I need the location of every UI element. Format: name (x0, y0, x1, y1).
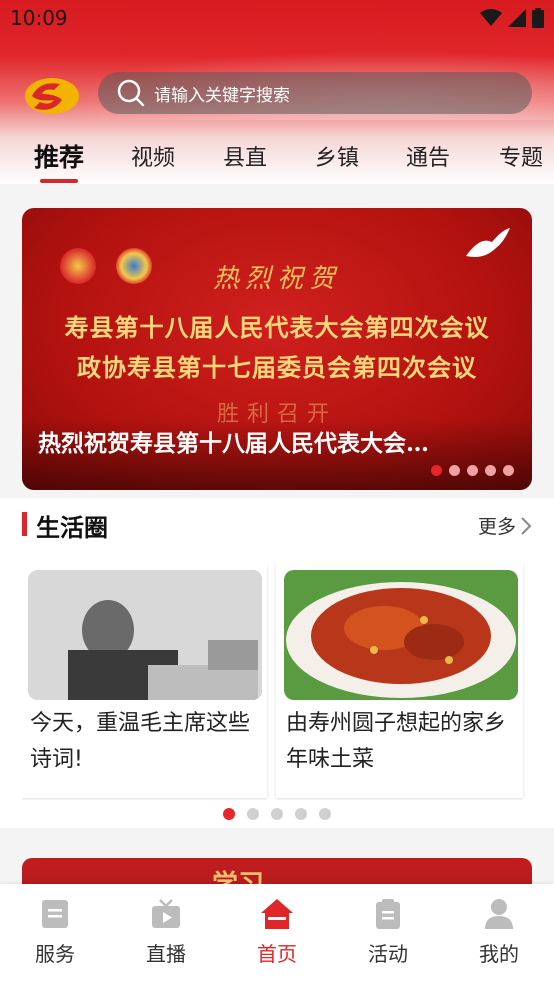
more-link[interactable]: 更多 (478, 512, 532, 539)
banner-dot[interactable] (449, 465, 460, 476)
article-thumbnail (284, 570, 518, 700)
banner-dot[interactable] (431, 465, 442, 476)
nav-activity[interactable]: 活动 (333, 898, 443, 967)
article-title: 由寿州圆子想起的家乡年味土菜 (286, 711, 507, 772)
home-icon (261, 899, 293, 929)
more-label: 更多 (477, 516, 516, 538)
clipboard-icon (376, 899, 400, 929)
status-icons (480, 8, 544, 28)
category-tabs: 推荐 视频 县直 乡镇 通告 专题 (0, 130, 554, 186)
search-placeholder: 请输入关键字搜索 (154, 85, 290, 106)
nav-label: 活动 (368, 942, 408, 966)
tab-special[interactable]: 专题 (499, 140, 543, 172)
tab-county[interactable]: 县直 (223, 140, 267, 172)
pager-dot[interactable] (271, 808, 283, 820)
nav-live[interactable]: 直播 (111, 898, 221, 967)
tv-icon (152, 899, 180, 928)
signal-icon (508, 9, 526, 27)
active-tab-indicator (40, 179, 78, 183)
nav-label: 我的 (479, 942, 519, 966)
food-photo (284, 570, 518, 700)
tab-video[interactable]: 视频 (131, 140, 175, 172)
banner-dot[interactable] (485, 465, 496, 476)
nav-service[interactable]: 服务 (0, 898, 110, 967)
portrait-photo (28, 570, 262, 700)
nav-mine[interactable]: 我的 (444, 898, 554, 967)
pager-dot[interactable] (223, 808, 235, 820)
tab-notice[interactable]: 通告 (406, 140, 450, 172)
banner-dot[interactable] (467, 465, 478, 476)
life-circle-section: 生活圈 更多 今天，重温毛主席这些诗词! 由寿州圆子想起的家乡年味土菜 (0, 498, 554, 828)
banner-pager (431, 465, 514, 476)
user-icon (485, 899, 513, 929)
tab-recommend[interactable]: 推荐 (34, 138, 84, 174)
section-accent-bar (22, 512, 27, 536)
app-logo (25, 78, 79, 114)
chevron-right-icon (521, 516, 532, 535)
cards-pager (0, 808, 554, 820)
banner-area: 热烈祝贺 寿县第十八届人民代表大会第四次会议 政协寿县第十七届委员会第四次会议 … (0, 184, 554, 498)
banner-heading-art: 热烈祝贺 (212, 264, 341, 294)
life-circle-cards: 今天，重温毛主席这些诗词! 由寿州圆子想起的家乡年味土菜 (22, 564, 554, 800)
banner-line-1: 寿县第十八届人民代表大会第四次会议 (64, 313, 490, 342)
tab-township[interactable]: 乡镇 (315, 140, 359, 172)
banner-line-2: 政协寿县第十七届委员会第四次会议 (77, 353, 477, 382)
document-icon (42, 900, 68, 928)
article-thumbnail (28, 570, 262, 700)
search-icon (117, 79, 145, 107)
banner-carousel[interactable]: 热烈祝贺 寿县第十八届人民代表大会第四次会议 政协寿县第十七届委员会第四次会议 … (22, 208, 532, 490)
status-bar: 10:09 (0, 0, 554, 36)
wifi-icon (480, 9, 502, 26)
search-bar[interactable]: 请输入关键字搜索 (98, 72, 532, 114)
pager-dot[interactable] (319, 808, 331, 820)
battery-icon (532, 8, 544, 28)
nav-label: 服务 (35, 942, 75, 966)
banner-caption: 热烈祝贺寿县第十八届人民代表大会… (38, 430, 429, 457)
nav-home[interactable]: 首页 (222, 898, 332, 967)
pager-dot[interactable] (247, 808, 259, 820)
pager-dot[interactable] (295, 808, 307, 820)
nav-label: 首页 (257, 942, 297, 966)
bottom-nav: 服务 直播 首页 活动 我的 (0, 884, 554, 984)
banner-dot[interactable] (503, 465, 514, 476)
article-title: 今天，重温毛主席这些诗词! (30, 711, 251, 772)
article-card[interactable]: 今天，重温毛主席这些诗词! (22, 564, 267, 798)
article-card[interactable]: 由寿州圆子想起的家乡年味土菜 (276, 564, 523, 798)
status-time: 10:09 (10, 6, 68, 30)
nav-label: 直播 (146, 942, 186, 966)
section-title: 生活圈 (36, 514, 108, 542)
